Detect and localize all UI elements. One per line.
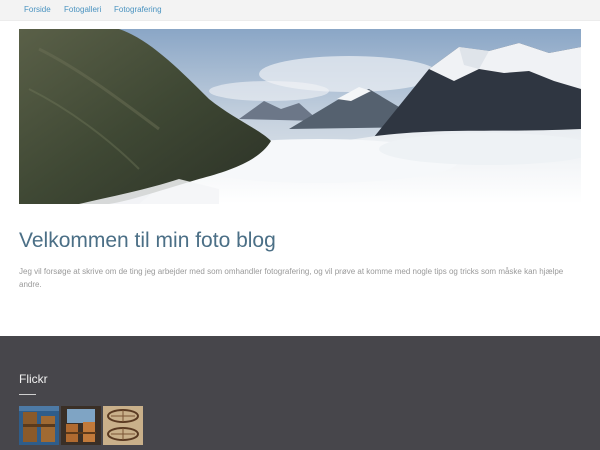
top-navigation: Forside Fotogalleri Fotografering [0, 0, 600, 21]
flickr-thumbnail-baskets[interactable] [103, 406, 143, 445]
flickr-thumbnail-chairs[interactable] [19, 406, 59, 445]
hero-image [19, 29, 581, 204]
flickr-thumbnail-chairs-window[interactable] [61, 406, 101, 445]
page-title: Velkommen til min foto blog [19, 229, 276, 252]
nav-item-fotografering[interactable]: Fotografering [114, 4, 162, 15]
flickr-thumbnails [19, 406, 143, 446]
widget-title-divider [19, 394, 36, 395]
nav-item-fotogalleri[interactable]: Fotogalleri [64, 4, 101, 15]
flickr-widget-title: Flickr [19, 372, 48, 386]
intro-text: Jeg vil forsøge at skrive om de ting jeg… [19, 267, 564, 289]
nav-item-forside[interactable]: Forside [24, 4, 51, 15]
